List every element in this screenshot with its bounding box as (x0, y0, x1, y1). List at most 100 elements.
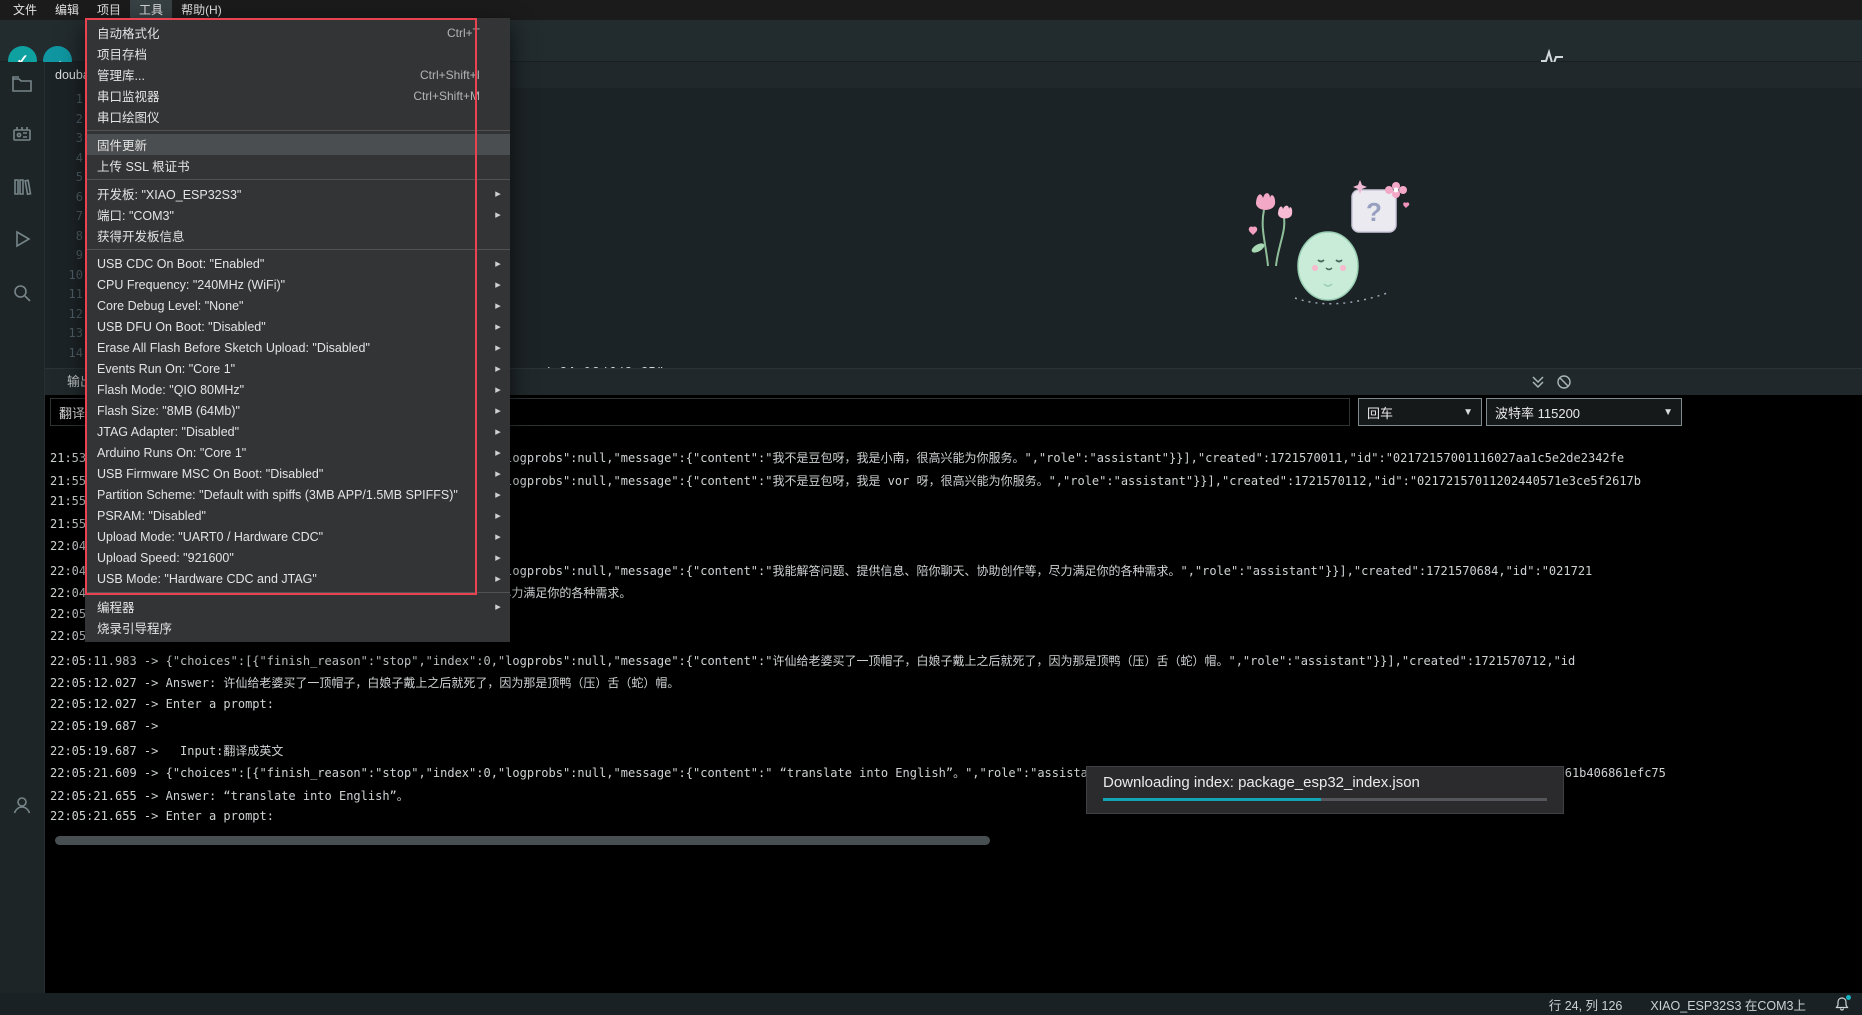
menu-item[interactable]: CPU Frequency: "240MHz (WiFi)" ▸ (85, 274, 510, 295)
sketchbook-folder-icon[interactable] (10, 72, 34, 96)
line-ending-value: 回车 (1367, 403, 1393, 422)
menu-item[interactable]: Upload Mode: "UART0 / Hardware CDC" ▸ (85, 526, 510, 547)
menu-item[interactable]: 烧录引导程序 (85, 617, 510, 638)
line-number: 12 (45, 307, 90, 327)
menu-item[interactable]: USB Mode: "Hardware CDC and JTAG"▸ (85, 568, 510, 589)
menu-item[interactable]: 串口监视器Ctrl+Shift+M (85, 85, 510, 106)
menu-item-label: Upload Mode: "UART0 / Hardware CDC" (97, 530, 480, 544)
menubar-item-help[interactable]: 帮助(H) (172, 0, 231, 20)
menu-item[interactable]: 获得开发板信息 (85, 225, 510, 246)
menu-item[interactable]: JTAG Adapter: "Disabled" ▸ (85, 421, 510, 442)
menu-item[interactable]: 项目存档 (85, 43, 510, 64)
menu-item-label: 项目存档 (97, 44, 480, 63)
search-icon[interactable] (10, 281, 34, 305)
menu-item-label: Partition Scheme: "Default with spiffs (… (97, 488, 480, 502)
serial-line: 22:05:11.983 -> {"choices":[{"finish_rea… (50, 652, 1862, 675)
account-icon[interactable] (10, 793, 34, 817)
menu-item-label: 串口绘图仪 (97, 107, 480, 126)
menu-separator (85, 179, 510, 180)
menu-item-label: USB CDC On Boot: "Enabled" (97, 257, 480, 271)
menubar-item-edit[interactable]: 编辑 (46, 0, 88, 20)
menu-item[interactable]: USB CDC On Boot: "Enabled"▸ (85, 253, 510, 274)
menu-item-label: USB Firmware MSC On Boot: "Disabled" (97, 467, 480, 481)
submenu-arrow-icon: ▸ (486, 488, 510, 501)
horizontal-scrollbar[interactable] (55, 836, 990, 845)
submenu-arrow-icon: ▸ (486, 600, 510, 613)
menu-item-label: 管理库... (97, 65, 420, 84)
menu-item[interactable]: 自动格式化Ctrl+T (85, 22, 510, 43)
menu-separator (85, 249, 510, 250)
serial-line: 22:05:19.687 -> Input:翻译成英文 (50, 742, 1862, 765)
menu-item[interactable]: 开发板: "XIAO_ESP32S3"▸ (85, 183, 510, 204)
debug-icon[interactable] (10, 227, 34, 251)
menu-item[interactable]: USB Firmware MSC On Boot: "Disabled"▸ (85, 463, 510, 484)
submenu-arrow-icon: ▸ (486, 278, 510, 291)
status-bar: 行 24, 列 126 XIAO_ESP32S3 在COM3上 (0, 993, 1862, 1015)
serial-line: 22:05:12.027 -> Enter a prompt: (50, 697, 1862, 720)
collapse-panel-icon[interactable] (1530, 374, 1546, 390)
submenu-arrow-icon: ▸ (486, 362, 510, 375)
panel-header-icons (1530, 374, 1862, 390)
line-number: 13 (45, 326, 90, 346)
line-number: 14 (45, 346, 90, 366)
menu-item[interactable]: USB DFU On Boot: "Disabled"▸ (85, 316, 510, 337)
serial-line: 22:05:21.655 -> Answer: “translate into … (50, 787, 1862, 810)
serial-line: 22:05:12.027 -> Answer: 许仙给老婆买了一顶帽子，白娘子戴… (50, 674, 1862, 697)
menu-item[interactable]: 串口绘图仪 (85, 106, 510, 127)
submenu-arrow-icon: ▸ (486, 551, 510, 564)
menu-item[interactable]: 编程器▸ (85, 596, 510, 617)
clear-output-icon[interactable] (1556, 374, 1572, 390)
submenu-arrow-icon: ▸ (486, 425, 510, 438)
baud-rate-value: 波特率 115200 (1495, 403, 1580, 422)
menu-item-label: 端口: "COM3" (97, 205, 480, 224)
bell-badge (1846, 995, 1851, 1000)
serial-line: 22:05:21.609 -> {"choices":[{"finish_rea… (50, 764, 1862, 787)
menu-item-label: 获得开发板信息 (97, 226, 480, 245)
menu-item-label: Flash Size: "8MB (64Mb)" (97, 404, 480, 418)
menu-item[interactable]: Arduino Runs On: "Core 1"▸ (85, 442, 510, 463)
line-number: 5 (45, 170, 90, 190)
menu-separator (85, 130, 510, 131)
menu-separator (85, 592, 510, 593)
menu-item[interactable]: Upload Speed: "921600"▸ (85, 547, 510, 568)
submenu-arrow-icon: ▸ (486, 509, 510, 522)
menu-item-label: CPU Frequency: "240MHz (WiFi)" (97, 278, 480, 292)
cursor-position[interactable]: 行 24, 列 126 (1549, 995, 1623, 1014)
menu-item-label: JTAG Adapter: "Disabled" (97, 425, 480, 439)
menubar-item-sketch[interactable]: 项目 (88, 0, 130, 20)
menu-item[interactable]: Flash Size: "8MB (64Mb)" ▸ (85, 400, 510, 421)
menu-item[interactable]: Events Run On: "Core 1" ▸ (85, 358, 510, 379)
menu-item-label: Events Run On: "Core 1" (97, 362, 480, 376)
submenu-arrow-icon: ▸ (486, 299, 510, 312)
mascot-sticker: ? (1240, 168, 1410, 308)
line-number: 2 (45, 112, 90, 132)
menu-item-label: 烧录引导程序 (97, 618, 480, 637)
line-ending-select[interactable]: 回车 ▼ (1358, 398, 1482, 426)
board-port-status[interactable]: XIAO_ESP32S3 在COM3上 (1650, 995, 1806, 1014)
menubar-item-file[interactable]: 文件 (4, 0, 46, 20)
notifications-bell-icon[interactable] (1834, 996, 1850, 1012)
menu-item[interactable]: Erase All Flash Before Sketch Upload: "D… (85, 337, 510, 358)
library-manager-icon[interactable] (10, 175, 34, 199)
menu-item-label: PSRAM: "Disabled" (97, 509, 480, 523)
download-progress-track (1103, 798, 1547, 801)
menu-item[interactable]: Core Debug Level: "None"▸ (85, 295, 510, 316)
baud-rate-select[interactable]: 波特率 115200 ▼ (1486, 398, 1682, 426)
editor-gutter: 1234567891011121314 (45, 92, 90, 365)
menu-item[interactable]: Partition Scheme: "Default with spiffs (… (85, 484, 510, 505)
boards-manager-icon[interactable] (10, 123, 34, 147)
submenu-arrow-icon: ▸ (486, 404, 510, 417)
menu-item[interactable]: 固件更新 (85, 134, 510, 155)
menu-item[interactable]: Flash Mode: "QIO 80MHz"▸ (85, 379, 510, 400)
menu-item-label: 自动格式化 (97, 23, 447, 42)
submenu-arrow-icon: ▸ (486, 530, 510, 543)
menu-item[interactable]: 端口: "COM3"▸ (85, 204, 510, 225)
menu-item[interactable]: 上传 SSL 根证书 (85, 155, 510, 176)
menubar-item-tools[interactable]: 工具 (130, 0, 172, 20)
activity-bar (0, 62, 45, 993)
menu-item-shortcut: Ctrl+Shift+M (413, 89, 480, 103)
menu-item-label: 串口监视器 (97, 86, 413, 105)
menu-item[interactable]: 管理库...Ctrl+Shift+I (85, 64, 510, 85)
menu-item-label: Erase All Flash Before Sketch Upload: "D… (97, 341, 480, 355)
menu-item[interactable]: PSRAM: "Disabled" ▸ (85, 505, 510, 526)
